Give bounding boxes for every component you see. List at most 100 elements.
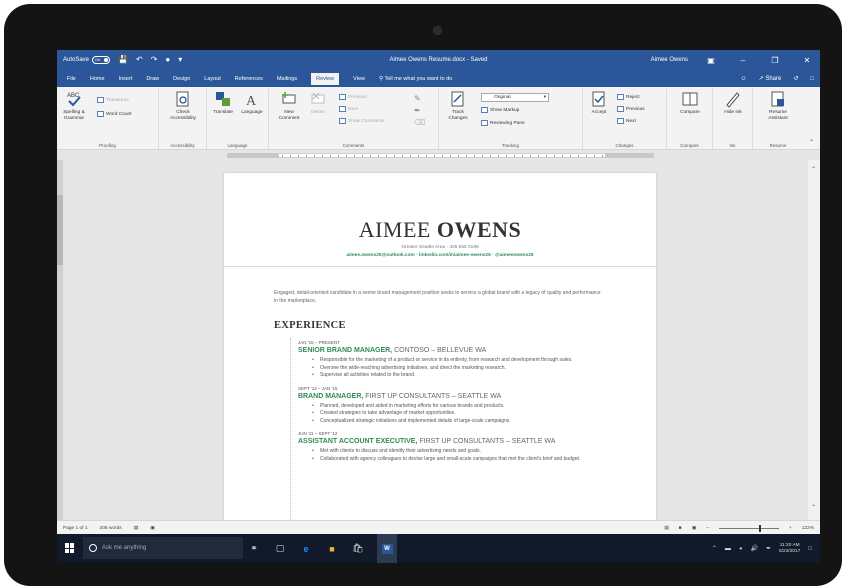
pen-workspace-icon[interactable]: ✒ (766, 545, 771, 552)
ruler-bar[interactable] (227, 153, 654, 158)
user-name[interactable]: Aimee Owens (651, 57, 688, 63)
read-mode-icon[interactable]: ▤ (664, 526, 669, 531)
show-markup-button[interactable]: Show Markup (481, 107, 519, 113)
tab-review[interactable]: Review (311, 72, 340, 85)
minimize-icon[interactable]: – (734, 56, 752, 65)
save-icon[interactable]: 💾 (118, 50, 128, 70)
tab-home[interactable]: Home (90, 76, 105, 82)
delete-comment-button[interactable]: Delete (305, 91, 331, 116)
zoom-in-icon[interactable]: + (789, 526, 792, 531)
next-change-label: Next (626, 118, 636, 124)
activity-icon[interactable]: ↺ (793, 75, 798, 82)
tell-me-box[interactable]: ⚲ Tell me what you want to do (379, 76, 452, 82)
check-accessibility-button[interactable]: Check Accessibility (165, 91, 201, 121)
cortana-search-box[interactable]: Ask me anything (83, 537, 243, 559)
print-layout-icon[interactable]: ■ (679, 526, 682, 531)
ribbon-display-icon[interactable]: ▣ (702, 56, 720, 65)
system-clock[interactable]: 11:20 AM 5/23/2017 (779, 543, 800, 555)
zoom-level[interactable]: 122% (802, 526, 814, 531)
eraser-icon[interactable]: ⌫ (414, 118, 425, 127)
edge-icon[interactable]: e (299, 542, 313, 556)
word-taskbar-icon[interactable]: W (377, 534, 397, 563)
language-button[interactable]: A Language (237, 91, 267, 116)
battery-icon[interactable]: ▬ (725, 546, 731, 552)
autosave-toggle[interactable]: AutoSave On (63, 56, 111, 64)
zoom-slider[interactable] (718, 524, 779, 532)
ink-comment-icon[interactable]: ✎ (414, 94, 421, 103)
job-title: ASSISTANT ACCOUNT EXECUTIVE, FIRST UP CO… (298, 438, 618, 445)
file-explorer-icon[interactable]: ■ (325, 542, 339, 556)
vertical-scrollbar[interactable]: ⌃ ⌄ (808, 160, 820, 520)
display-for-review-select[interactable]: Original ▾ (481, 93, 549, 102)
spelling-grammar-button[interactable]: ABC Spelling & Grammar (60, 91, 88, 121)
windows-start-icon[interactable] (65, 543, 75, 553)
compare-button[interactable]: Compare (675, 91, 705, 116)
hide-ink-button[interactable]: Hide Ink (719, 91, 747, 116)
scroll-down-icon[interactable]: ⌄ (811, 501, 816, 508)
group-label-comments: Comments (342, 143, 365, 148)
tab-design[interactable]: Design (173, 76, 190, 82)
next-comment-button[interactable]: Next (339, 106, 358, 112)
last-name: OWENS (436, 217, 522, 242)
document-page[interactable]: AIMEE OWENS Greater Seattle Area · 425 5… (224, 173, 656, 538)
action-center-icon[interactable]: □ (808, 546, 812, 552)
ruler-left-margin[interactable] (227, 153, 279, 158)
tab-file[interactable]: File (67, 76, 76, 82)
tab-view[interactable]: View (353, 76, 365, 82)
macro-icon[interactable]: ▣ (150, 526, 155, 531)
autosave-switch[interactable]: On (92, 56, 111, 64)
thesaurus-button[interactable]: Thesaurus (97, 97, 129, 103)
undo-icon[interactable]: ↶ (136, 50, 143, 70)
next-change-button[interactable]: Next (617, 118, 636, 124)
tab-insert[interactable]: Insert (119, 76, 133, 82)
network-icon[interactable]: ◕ (739, 546, 743, 552)
translate-button[interactable]: Translate (209, 91, 237, 116)
new-comment-button[interactable]: New Comment (275, 91, 303, 121)
accept-button[interactable]: Accept (587, 91, 611, 116)
zoom-out-icon[interactable]: – (706, 526, 709, 531)
volume-icon[interactable]: 🔊 (751, 545, 758, 552)
reject-button[interactable]: Reject (617, 94, 640, 100)
device-bezel: AutoSave On 💾 ↶ ↷ ● ▾ Aimee Owens Resume… (4, 4, 842, 586)
emoji-feedback-icon[interactable]: ☺ (740, 76, 746, 82)
reviewing-pane-button[interactable]: Reviewing Pane (481, 120, 525, 126)
svg-text:A: A (246, 94, 257, 108)
resume-assistant-button[interactable]: Resume Assistant (759, 91, 797, 121)
proofing-status-icon[interactable]: ▤ (134, 526, 139, 531)
microphone-icon[interactable]: ⚭ (247, 542, 261, 556)
job-bullet: Oversee the wide-reaching advertising in… (312, 365, 618, 373)
web-layout-icon[interactable]: ▣ (692, 526, 697, 531)
previous-comment-button[interactable]: Previous (339, 94, 367, 100)
touch-mode-icon[interactable]: ● (165, 50, 170, 70)
share-button[interactable]: ↗ Share (759, 75, 782, 82)
word-count[interactable]: 205 words (100, 526, 122, 531)
restore-icon[interactable]: ❐ (766, 56, 784, 65)
track-changes-button[interactable]: Track Changes (443, 91, 473, 121)
customize-qat-icon[interactable]: ▾ (178, 50, 182, 70)
show-comments-button[interactable]: Show Comments (339, 118, 385, 124)
show-comments-label: Show Comments (348, 118, 385, 124)
reject-label: Reject (626, 94, 640, 100)
close-icon[interactable]: ✕ (798, 56, 816, 65)
redo-icon[interactable]: ↷ (151, 50, 158, 70)
tab-mailings[interactable]: Mailings (277, 76, 297, 82)
previous-change-button[interactable]: Previous (617, 106, 645, 112)
word-count-button[interactable]: Word Count (97, 111, 132, 117)
resume-summary: Engaged, detail-oriented candidate in a … (274, 290, 601, 304)
group-label-resume: Resume (769, 143, 787, 148)
language-icon: A (246, 94, 257, 108)
hide-ink-label: Hide Ink (724, 110, 742, 115)
store-icon[interactable]: 🛍 (351, 542, 365, 556)
pen-icon[interactable]: ✒ (414, 106, 421, 115)
accept-icon (592, 91, 605, 107)
scroll-up-icon[interactable]: ⌃ (811, 166, 816, 173)
comments-pane-icon[interactable]: □ (810, 76, 814, 82)
page-count[interactable]: Page 1 of 1 (63, 526, 88, 531)
tab-layout[interactable]: Layout (204, 76, 221, 82)
task-view-icon[interactable]: ▢ (273, 542, 287, 556)
collapse-ribbon-icon[interactable]: ⌃ (809, 139, 814, 146)
show-hidden-icons-icon[interactable]: ⌃ (712, 545, 717, 552)
ruler-right-margin[interactable] (605, 153, 654, 158)
tab-draw[interactable]: Draw (146, 76, 159, 82)
tab-references[interactable]: References (235, 76, 263, 82)
